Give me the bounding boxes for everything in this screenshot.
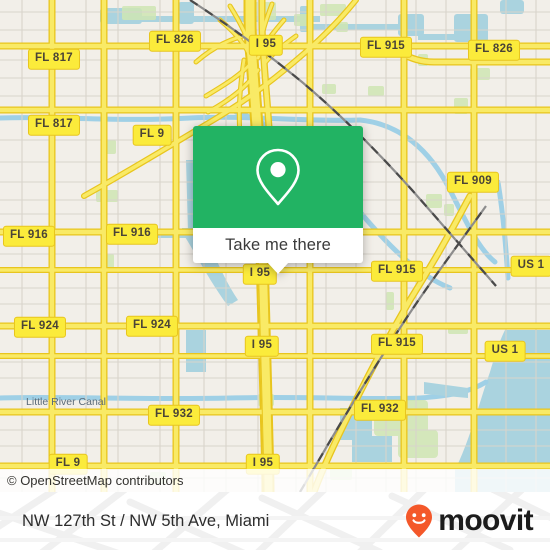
road-shield: FL 826 xyxy=(148,30,202,52)
callout-label: Take me there xyxy=(225,236,331,254)
road-shield: FL 915 xyxy=(370,333,424,355)
moovit-map-screenshot: FL 826 I 95 FL 915 FL 826 FL 817 FL 817 FL 9 FL… xyxy=(0,0,550,550)
road-shield: FL 817 xyxy=(27,114,81,136)
road-shield: FL 826 xyxy=(467,39,521,61)
road-shield: FL 916 xyxy=(105,223,159,245)
road-shield: I 95 xyxy=(248,34,284,56)
road-shield: FL 915 xyxy=(359,36,413,58)
road-shield: FL 924 xyxy=(13,316,67,338)
road-shield: FL 9 xyxy=(132,124,172,146)
road-shield: I 95 xyxy=(244,335,280,357)
callout-pointer xyxy=(267,262,289,274)
road-shield: FL 932 xyxy=(147,404,201,426)
road-shield: US 1 xyxy=(510,255,550,277)
road-shield: FL 916 xyxy=(2,225,56,247)
osm-attribution[interactable]: © OpenStreetMap contributors xyxy=(0,469,550,492)
moovit-pin-icon xyxy=(406,504,433,538)
water-label: Little River Canal xyxy=(26,396,106,408)
moovit-brand: moovit xyxy=(404,492,534,550)
callout-action-area[interactable]: Take me there xyxy=(193,228,363,274)
footer-bar: NW 127th St / NW 5th Ave, Miami moovit xyxy=(0,492,550,550)
road-shield: FL 915 xyxy=(370,260,424,282)
moovit-wordmark: moovit xyxy=(438,504,533,537)
road-shield: FL 924 xyxy=(125,315,179,337)
callout-icon-area xyxy=(193,126,363,228)
road-shield: FL 932 xyxy=(353,399,407,421)
stop-title: NW 127th St / NW 5th Ave, Miami xyxy=(22,511,270,530)
take-me-there-callout[interactable]: Take me there xyxy=(193,126,363,274)
road-shield: FL 817 xyxy=(27,48,81,70)
location-pin-icon xyxy=(256,148,300,206)
road-shield: US 1 xyxy=(484,340,526,362)
map-canvas[interactable]: FL 826 I 95 FL 915 FL 826 FL 817 FL 817 FL 9 FL… xyxy=(0,0,550,492)
road-shield: FL 909 xyxy=(446,171,500,193)
